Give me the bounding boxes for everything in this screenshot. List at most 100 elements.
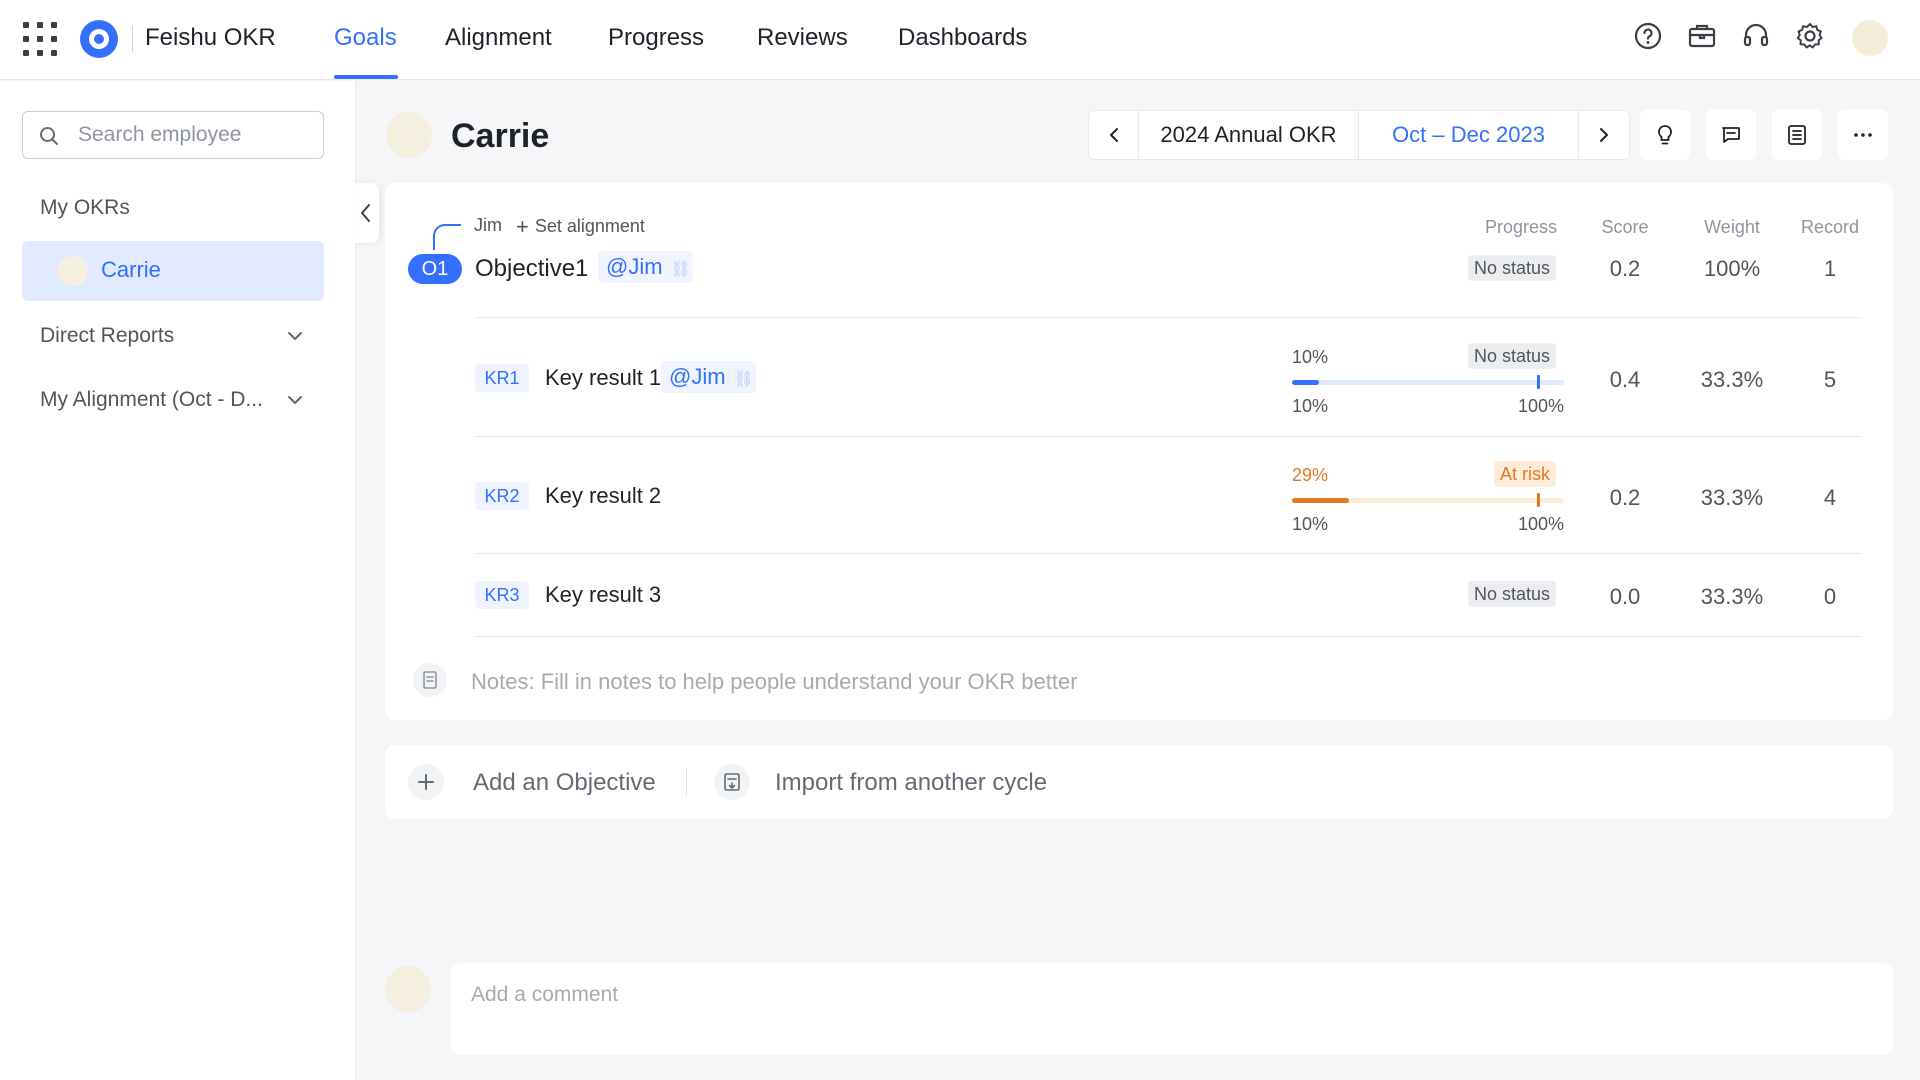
next-cycle-button[interactable]	[1579, 111, 1629, 159]
sidebar-item-carrie[interactable]: Carrie	[22, 241, 324, 301]
chevron-down-icon[interactable]	[286, 327, 304, 345]
owner-avatar	[386, 112, 432, 158]
document-icon	[413, 663, 447, 697]
kr2-status-badge[interactable]: At risk	[1494, 461, 1557, 487]
okr-card: Jim + Set alignment Progress Score Weight…	[385, 183, 1893, 720]
search-icon	[40, 127, 58, 145]
objective-mention[interactable]: @Jim ⛓	[598, 251, 693, 283]
list-view-icon	[1788, 125, 1806, 145]
column-header-progress: Progress	[1484, 217, 1558, 237]
comments-button[interactable]	[1706, 110, 1756, 160]
sidebar-item-direct-reports[interactable]: Direct Reports	[40, 324, 174, 348]
active-tab-indicator	[334, 75, 398, 79]
kr2-target-value: 100%	[1517, 514, 1564, 534]
divider	[686, 768, 687, 796]
objective-status-badge[interactable]: No status	[1468, 255, 1557, 281]
kr2-title[interactable]: Key result 2	[545, 483, 661, 509]
kr1-weight[interactable]: 33.3%	[1687, 367, 1777, 393]
objective-record[interactable]: 1	[1785, 256, 1875, 282]
collapse-sidebar-button[interactable]	[353, 183, 379, 243]
kr1-title[interactable]: Key result 1	[545, 365, 661, 391]
chevron-right-icon	[1600, 128, 1608, 142]
kr2-score[interactable]: 0.2	[1580, 485, 1670, 511]
app-grid-icon[interactable]	[23, 22, 57, 56]
settings-gear-icon[interactable]	[1794, 20, 1826, 52]
kr1-progress-bar[interactable]	[1292, 375, 1564, 389]
add-objective-button[interactable]: Add an Objective	[473, 769, 656, 797]
aligned-objective-owner[interactable]: Jim	[474, 215, 502, 236]
row-divider	[475, 436, 1862, 437]
user-avatar[interactable]	[1852, 20, 1888, 56]
row-divider	[475, 553, 1862, 554]
column-header-weight: Weight	[1704, 217, 1760, 237]
kr3-weight[interactable]: 33.3%	[1687, 584, 1777, 610]
previous-cycle-button[interactable]	[1089, 111, 1139, 159]
import-from-cycle-button[interactable]: Import from another cycle	[775, 769, 1047, 797]
objective-badge: O1	[408, 254, 462, 284]
kr3-status-badge[interactable]: No status	[1468, 581, 1557, 607]
commenter-avatar	[385, 966, 431, 1012]
kr3-badge: KR3	[475, 581, 529, 609]
kr3-score[interactable]: 0.0	[1580, 584, 1670, 610]
set-alignment-button[interactable]: + Set alignment	[516, 214, 645, 240]
kr1-status-badge[interactable]: No status	[1468, 343, 1557, 369]
tips-button[interactable]	[1640, 110, 1690, 160]
sidebar-item-my-alignment[interactable]: My Alignment (Oct - D...	[40, 388, 263, 412]
comment-box[interactable]	[451, 963, 1893, 1055]
mention-label: @Jim	[669, 364, 726, 389]
chevron-left-icon	[361, 204, 370, 222]
tab-dashboards[interactable]: Dashboards	[898, 24, 1027, 52]
more-options-button[interactable]	[1838, 110, 1888, 160]
objective-weight[interactable]: 100%	[1687, 256, 1777, 282]
feishu-okr-logo-icon	[80, 20, 118, 58]
kr1-record[interactable]: 5	[1785, 367, 1875, 393]
import-icon[interactable]	[714, 764, 750, 800]
message-icon	[1722, 127, 1740, 143]
kr2-start-value: 10%	[1292, 514, 1329, 534]
link-icon: ⛓	[670, 261, 691, 278]
cycle-selector: 2024 Annual OKR Oct – Dec 2023	[1088, 110, 1630, 160]
help-icon[interactable]	[1632, 20, 1664, 52]
objective-title[interactable]: Objective1	[475, 255, 588, 283]
kr2-record[interactable]: 4	[1785, 485, 1875, 511]
kr1-score[interactable]: 0.4	[1580, 367, 1670, 393]
tab-goals[interactable]: Goals	[334, 24, 397, 52]
sidebar: My OKRs Carrie Direct Reports My Alignme…	[0, 81, 356, 1080]
lightbulb-icon	[1658, 125, 1672, 145]
kr2-weight[interactable]: 33.3%	[1687, 485, 1777, 511]
comment-input[interactable]	[471, 980, 1851, 1010]
more-horizontal-icon	[1854, 133, 1872, 137]
tab-reviews[interactable]: Reviews	[757, 24, 848, 52]
notes-field[interactable]: Notes: Fill in notes to help people unde…	[471, 669, 1078, 695]
tab-alignment[interactable]: Alignment	[445, 24, 552, 52]
kr1-start-value: 10%	[1292, 396, 1329, 416]
my-okrs-heading: My OKRs	[40, 196, 130, 219]
kr2-current-progress: 29%	[1292, 465, 1329, 485]
kr1-mention[interactable]: @Jim ⛓	[661, 361, 756, 393]
cycle-quarter-selector[interactable]: Oct – Dec 2023	[1359, 111, 1579, 159]
cycle-year-selector[interactable]: 2024 Annual OKR	[1139, 111, 1359, 159]
table-view-button[interactable]	[1772, 110, 1822, 160]
kr1-progress-fill	[1292, 380, 1320, 385]
tab-progress[interactable]: Progress	[608, 24, 704, 52]
headset-icon[interactable]	[1740, 20, 1772, 52]
kr2-badge: KR2	[475, 482, 529, 510]
search-employee-input[interactable]	[78, 122, 308, 148]
kr3-title[interactable]: Key result 3	[545, 582, 661, 608]
kr2-progress-fill	[1292, 498, 1350, 503]
kr1-expected-marker	[1537, 375, 1540, 389]
chevron-left-icon	[1109, 128, 1118, 142]
kr3-record[interactable]: 0	[1785, 584, 1875, 610]
plus-icon[interactable]	[408, 764, 444, 800]
kr1-current-progress: 10%	[1292, 347, 1329, 367]
mention-label: @Jim	[606, 254, 663, 279]
app-name: Feishu OKR	[145, 24, 276, 51]
plus-icon: +	[516, 214, 529, 239]
chevron-down-icon[interactable]	[286, 391, 304, 409]
briefcase-icon[interactable]	[1686, 20, 1718, 52]
sidebar-item-label: Carrie	[101, 257, 161, 282]
objective-score[interactable]: 0.2	[1580, 256, 1670, 282]
kr2-progress-bar[interactable]	[1292, 493, 1564, 507]
search-box[interactable]	[22, 111, 324, 159]
alignment-connector	[433, 224, 461, 250]
